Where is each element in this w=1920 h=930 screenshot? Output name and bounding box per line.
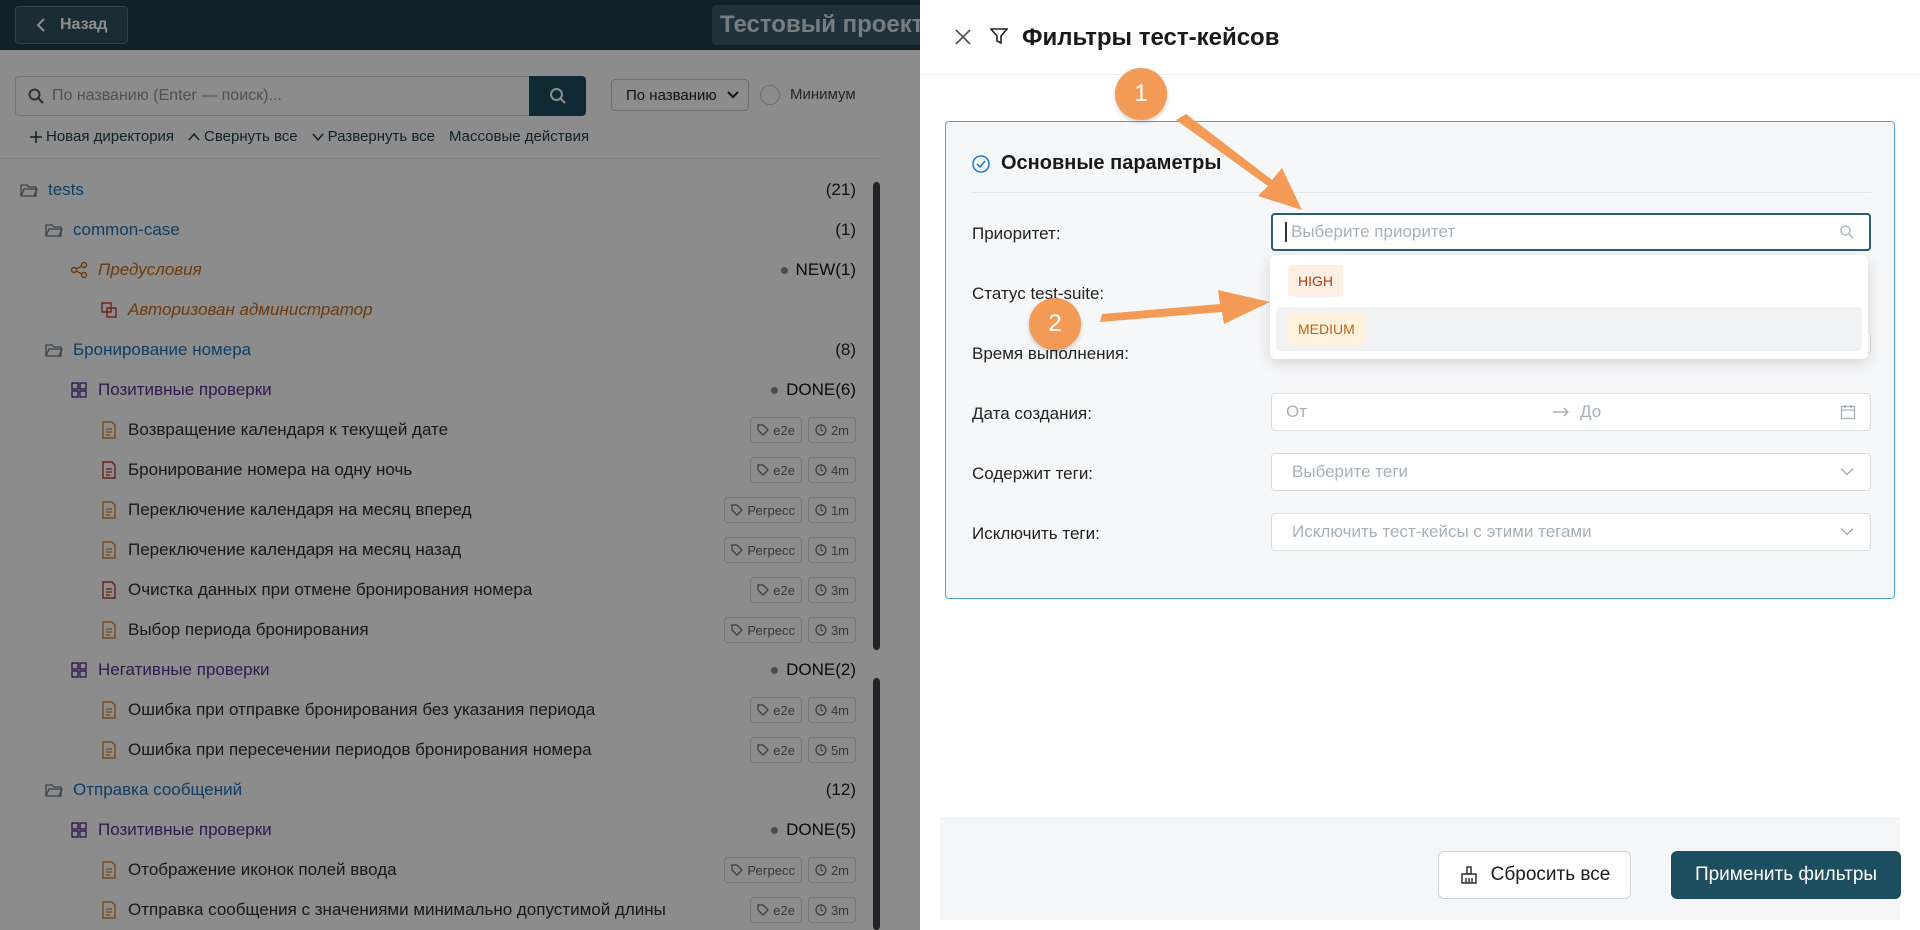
- priority-select[interactable]: Выберите приоритет: [1271, 213, 1871, 251]
- exclude-tags-label: Исключить теги:: [972, 524, 1100, 543]
- created-date-range[interactable]: От До: [1271, 393, 1871, 431]
- annotation-marker-1: 1: [1115, 68, 1167, 120]
- suite-status-label: Статус test-suite:: [972, 284, 1105, 303]
- close-icon[interactable]: [954, 28, 972, 46]
- broom-icon: [1460, 866, 1477, 884]
- priority-placeholder: Выберите приоритет: [1291, 222, 1456, 241]
- created-date-label: Дата создания:: [972, 404, 1092, 423]
- reset-all-button[interactable]: Сбросить все: [1438, 851, 1631, 899]
- main-params-section: Основные параметры Приоритет: Выберите п…: [945, 121, 1895, 599]
- priority-tag-medium: MEDIUM: [1288, 313, 1365, 345]
- apply-filters-button[interactable]: Применить фильтры: [1671, 851, 1901, 899]
- text-caret: [1285, 222, 1287, 242]
- priority-option-high[interactable]: HIGH: [1276, 259, 1862, 303]
- arrow-right-icon: [1553, 407, 1569, 417]
- drawer-footer: Сбросить все Применить фильтры: [940, 818, 1901, 920]
- contains-tags-select[interactable]: Выберите теги: [1271, 453, 1871, 491]
- section-title: Основные параметры: [1001, 152, 1222, 174]
- date-to-placeholder: До: [1580, 402, 1602, 421]
- chevron-down-icon: [1840, 527, 1854, 536]
- exclude-tags-placeholder: Исключить тест-кейсы с этими тегами: [1292, 522, 1592, 541]
- modal-backdrop[interactable]: [0, 0, 920, 930]
- annotation-marker-2: 2: [1029, 298, 1081, 350]
- section-header: Основные параметры: [971, 152, 1221, 175]
- drawer-title: Фильтры тест-кейсов: [1022, 24, 1280, 51]
- filters-drawer: Фильтры тест-кейсов Основные параметры П…: [920, 0, 1920, 930]
- contains-tags-label: Содержит теги:: [972, 464, 1094, 483]
- reset-all-label: Сбросить все: [1490, 864, 1611, 885]
- exclude-tags-select[interactable]: Исключить тест-кейсы с этими тегами: [1271, 513, 1871, 551]
- section-divider: [971, 192, 1871, 193]
- drawer-header: Фильтры тест-кейсов: [920, 0, 1920, 75]
- priority-label: Приоритет:: [972, 224, 1061, 243]
- test-tree-panel: Назад Тестовый проект По названию (Enter…: [0, 0, 920, 930]
- contains-tags-placeholder: Выберите теги: [1292, 462, 1409, 481]
- priority-dropdown: HIGH MEDIUM: [1270, 255, 1868, 359]
- date-from-placeholder: От: [1286, 402, 1308, 421]
- priority-tag-high: HIGH: [1288, 265, 1343, 297]
- priority-option-medium[interactable]: MEDIUM: [1276, 307, 1862, 351]
- chevron-down-icon: [1840, 467, 1854, 476]
- calendar-icon[interactable]: [1840, 404, 1856, 420]
- filter-icon: [990, 28, 1008, 45]
- search-icon: [1840, 225, 1854, 239]
- check-circle-icon: [972, 154, 990, 173]
